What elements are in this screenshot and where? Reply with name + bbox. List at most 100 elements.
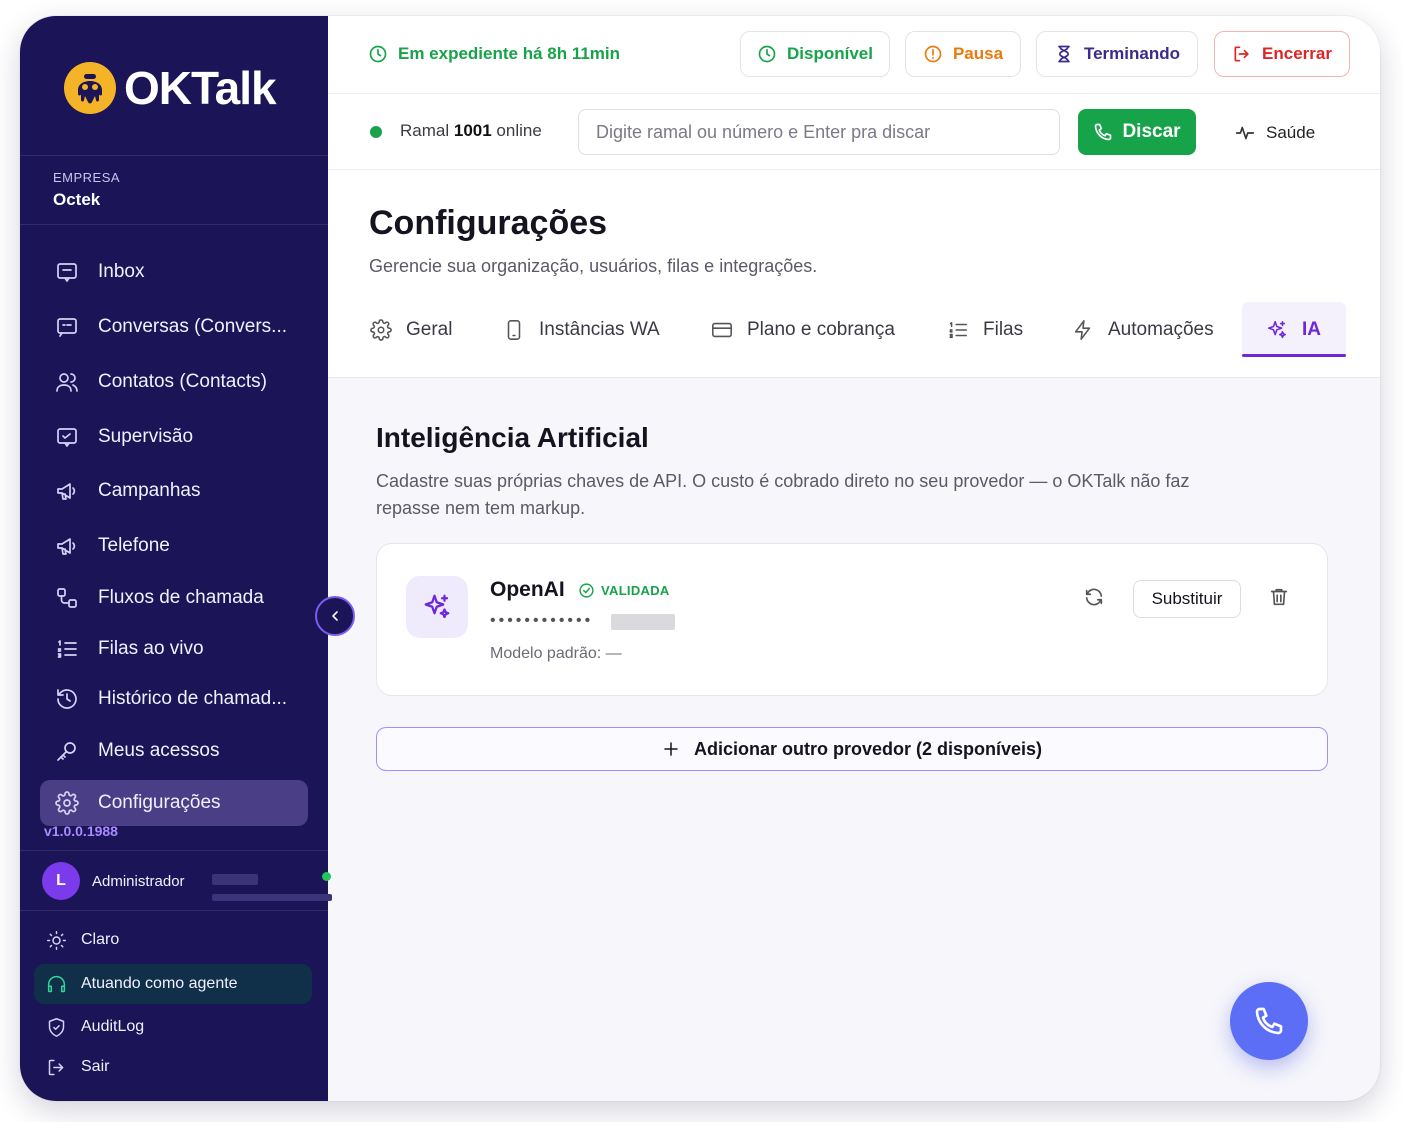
tab-wa-instances[interactable]: Instâncias WA (503, 302, 660, 358)
headset-icon (47, 975, 66, 992)
sidebar-item-label: Conversas (Convers... (98, 316, 288, 337)
redacted-text (212, 874, 258, 885)
hourglass-icon (1058, 45, 1070, 63)
available-button[interactable]: Disponível (740, 31, 890, 77)
brand-name: OKTalk (124, 62, 277, 114)
divider (20, 850, 328, 851)
company-label: EMPRESA (53, 170, 121, 185)
extension-suffix: online (496, 121, 542, 140)
floating-call-button[interactable] (1230, 982, 1308, 1060)
key-icon (54, 738, 80, 764)
section-description: Cadastre suas próprias chaves de API. O … (376, 471, 1190, 518)
tab-label: Automações (1108, 319, 1214, 340)
company-info: EMPRESA Octek (53, 170, 120, 210)
extension-status-dot (370, 126, 382, 138)
page-title: Configurações (369, 204, 608, 242)
history-icon (54, 686, 80, 712)
tab-automations[interactable]: Automações (1072, 302, 1214, 358)
sidebar-item-label: Campanhas (98, 480, 201, 501)
logout-icon (48, 1059, 64, 1075)
dial-input[interactable] (578, 109, 1060, 155)
page-subtitle: Gerencie sua organização, usuários, fila… (369, 256, 818, 276)
masked-api-key: •••••••••••• (490, 612, 594, 629)
dial-button[interactable]: Discar (1078, 109, 1196, 155)
footer-item-label: Claro (81, 931, 120, 948)
replace-key-button[interactable]: Substituir (1133, 580, 1241, 618)
tab-ai[interactable]: IA (1266, 302, 1321, 358)
activity-icon (1235, 126, 1255, 140)
megaphone-icon (54, 478, 80, 504)
footer-item-label: AuditLog (81, 1018, 145, 1035)
sidebar-item-campaigns[interactable]: Campanhas (40, 468, 308, 514)
credit-card-icon (712, 322, 732, 338)
sidebar-item-label: Histórico de chamad... (98, 688, 288, 709)
sidebar-item-contacts[interactable]: Contatos (Contacts) (40, 359, 308, 405)
lightning-icon (1074, 320, 1091, 340)
main-content: Em expediente há 8h 11min Disponível Pau… (328, 16, 1380, 1101)
logout-link[interactable]: Sair (34, 1047, 312, 1087)
sidebar-item-live-queues[interactable]: Filas ao vivo (40, 626, 308, 672)
add-provider-label: Adicionar outro provedor (2 disponíveis) (693, 738, 1043, 759)
divider (20, 910, 328, 911)
footer-item-label: Sair (81, 1058, 110, 1075)
plus-icon (664, 742, 678, 756)
topbar: Em expediente há 8h 11min Disponível Pau… (328, 16, 1380, 94)
chevron-left-icon (332, 611, 338, 621)
pause-label: Pausa (952, 44, 1004, 63)
tab-billing[interactable]: Plano e cobrança (711, 302, 895, 358)
end-shift-button[interactable]: Encerrar (1214, 31, 1350, 77)
auditlog-link[interactable]: AuditLog (34, 1007, 312, 1047)
check-circle-icon (579, 583, 594, 598)
shift-status: Em expediente há 8h 11min (368, 44, 620, 64)
dial-bar: Ramal 1001 online Discar Saúde (328, 94, 1380, 170)
sidebar-item-phone[interactable]: Telefone (40, 523, 308, 569)
end-shift-label: Encerrar (1262, 44, 1332, 63)
sidebar-item-call-flows[interactable]: Fluxos de chamada (40, 575, 308, 621)
sidebar-item-call-history[interactable]: Histórico de chamad... (40, 676, 308, 722)
pause-button[interactable]: Pausa (905, 31, 1021, 77)
revalidate-button[interactable] (1079, 582, 1109, 612)
health-button[interactable]: Saúde (1234, 122, 1315, 144)
sparkles-icon (1267, 320, 1287, 339)
tab-general[interactable]: Geral (370, 302, 452, 358)
theme-toggle[interactable]: Claro (34, 920, 312, 960)
dial-label: Discar (1122, 121, 1181, 142)
sidebar-item-label: Configurações (98, 792, 221, 813)
collapse-sidebar-button[interactable] (315, 596, 355, 636)
default-model: Modelo padrão: — (490, 645, 622, 662)
active-tab-indicator (1242, 354, 1346, 357)
sidebar-item-label: Fluxos de chamada (98, 587, 264, 608)
provider-icon (406, 576, 468, 638)
available-label: Disponível (787, 44, 873, 63)
extension-prefix: Ramal (400, 121, 450, 140)
delete-provider-button[interactable] (1264, 582, 1294, 612)
gear-icon (54, 790, 80, 816)
sidebar-item-conversations[interactable]: Conversas (Convers... (40, 304, 308, 350)
ending-button[interactable]: Terminando (1036, 31, 1198, 77)
tab-queues[interactable]: Filas (947, 302, 1023, 358)
redacted-text (212, 894, 332, 901)
sidebar-item-inbox[interactable]: Inbox (40, 249, 308, 295)
agent-mode-toggle[interactable]: Atuando como agente (34, 964, 312, 1004)
provider-name: OpenAI (490, 578, 565, 601)
app-window: OKTalk EMPRESA Octek Inbox Conversas (Co… (20, 16, 1380, 1101)
shield-icon (48, 1017, 65, 1037)
inbox-icon (54, 259, 80, 285)
sidebar-item-settings[interactable]: Configurações (40, 780, 308, 826)
company-name: Octek (53, 190, 101, 209)
megaphone-icon (54, 533, 80, 559)
brand[interactable]: OKTalk (62, 60, 277, 116)
user-profile[interactable]: L Administrador (42, 862, 332, 902)
trash-icon (1270, 588, 1288, 606)
user-name: Administrador (92, 873, 185, 890)
health-label: Saúde (1266, 123, 1316, 142)
extension-status: Ramal 1001 online (400, 121, 542, 141)
sidebar-item-supervision[interactable]: Supervisão (40, 414, 308, 460)
add-provider-button[interactable]: Adicionar outro provedor (2 disponíveis) (376, 727, 1328, 771)
chat-icon (54, 314, 80, 340)
tab-label: Filas (983, 319, 1024, 340)
sidebar-item-label: Filas ao vivo (98, 638, 204, 659)
footer-item-label: Atuando como agente (81, 975, 238, 992)
sidebar-item-my-access[interactable]: Meus acessos (40, 728, 308, 774)
phone-icon (1255, 1007, 1283, 1035)
